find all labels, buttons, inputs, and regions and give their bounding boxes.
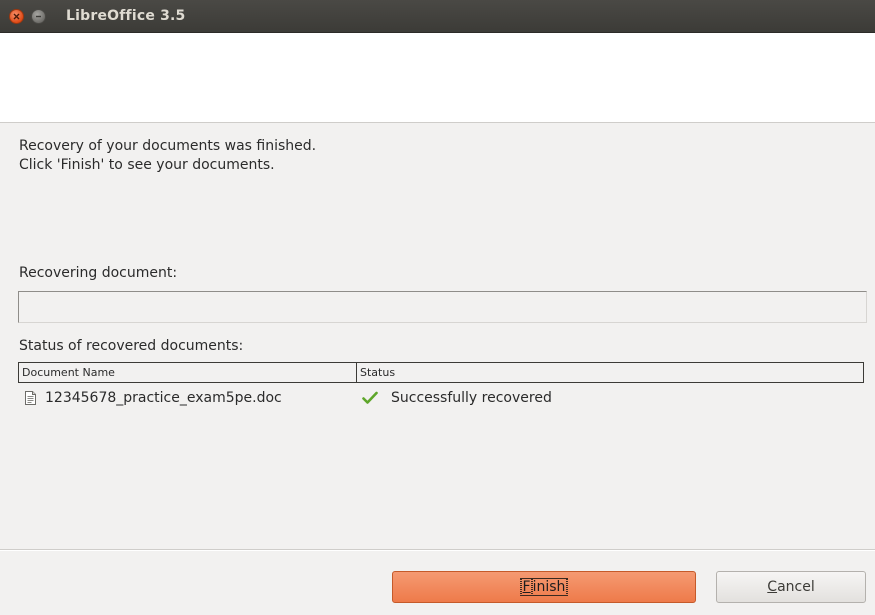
bottom-separator <box>0 549 875 551</box>
table-row[interactable]: 12345678_practice_exam5pe.doc Successful… <box>18 386 864 410</box>
title-bar: LibreOffice 3.5 <box>0 0 875 33</box>
intro-line-1: Recovery of your documents was finished. <box>19 138 317 154</box>
finish-accelerator: F <box>520 578 533 596</box>
header-banner <box>0 33 875 123</box>
status-cell: Successfully recovered <box>356 390 864 406</box>
status-text: Successfully recovered <box>391 390 552 406</box>
cancel-button-label: Cancel <box>767 579 814 595</box>
cancel-accelerator: C <box>767 579 778 595</box>
document-icon <box>25 391 36 405</box>
intro-text: Recovery of your documents was finished.… <box>19 137 316 175</box>
finish-label-rest: inish <box>530 578 568 596</box>
recovery-progress-bar <box>18 291 867 323</box>
recovery-dialog: LibreOffice 3.5 Recovery of your documen… <box>0 0 875 615</box>
recovering-document-label: Recovering document: <box>19 265 178 281</box>
close-icon <box>13 13 20 19</box>
minimize-window-button[interactable] <box>31 8 46 24</box>
recovered-documents-table: Document Name Status 12345678_practice_e… <box>18 362 864 522</box>
finish-button-label: Finish <box>519 578 569 596</box>
close-window-button[interactable] <box>9 8 24 24</box>
cancel-button[interactable]: Cancel <box>716 571 866 603</box>
window-title: LibreOffice 3.5 <box>66 8 186 24</box>
finish-button[interactable]: Finish <box>392 571 696 603</box>
check-icon <box>362 391 378 404</box>
column-header-document-name[interactable]: Document Name <box>19 363 357 382</box>
intro-line-2: Click 'Finish' to see your documents. <box>19 157 275 173</box>
document-name-cell: 12345678_practice_exam5pe.doc <box>18 390 356 406</box>
document-name: 12345678_practice_exam5pe.doc <box>45 390 282 406</box>
status-section-label: Status of recovered documents: <box>19 338 244 354</box>
minimize-icon <box>36 15 41 17</box>
column-header-status[interactable]: Status <box>357 363 863 382</box>
cancel-label-rest: ancel <box>777 579 815 595</box>
table-header: Document Name Status <box>18 362 864 383</box>
